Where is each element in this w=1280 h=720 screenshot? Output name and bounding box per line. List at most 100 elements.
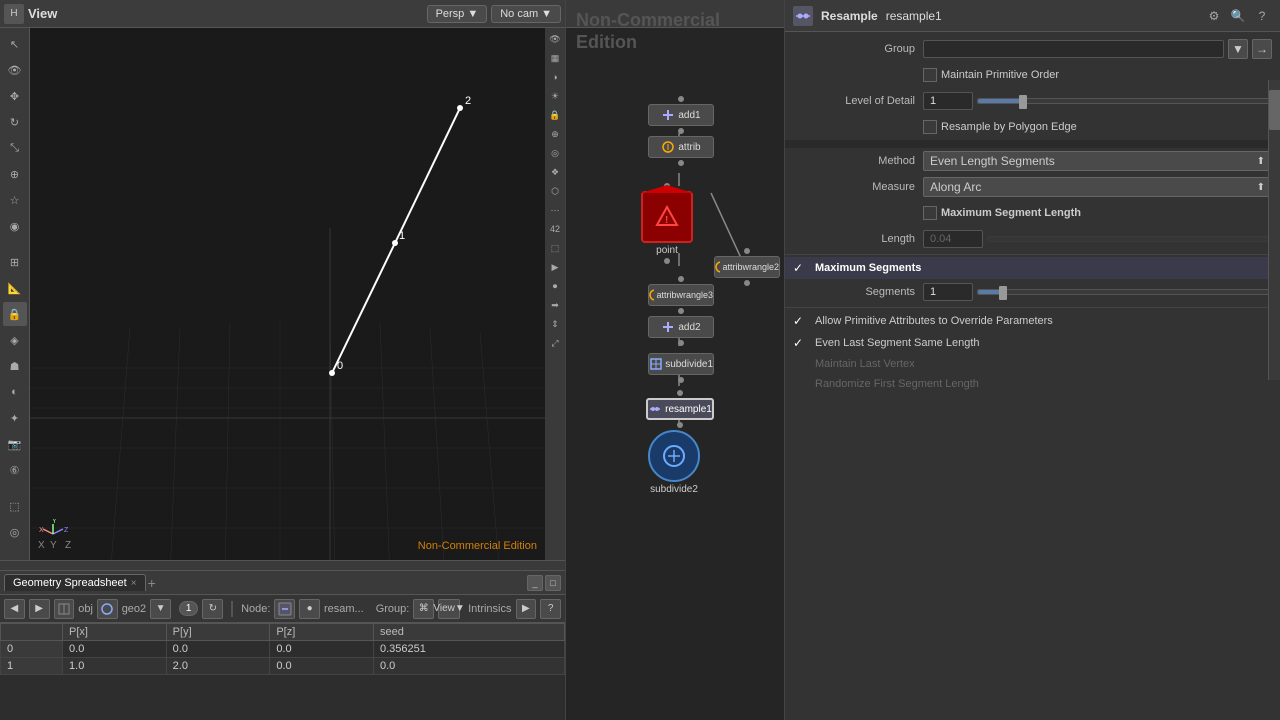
measure-control: Along Arc ⬆ [923,177,1272,197]
node-subdivide2[interactable]: subdivide2 [648,430,700,495]
node-add1[interactable]: add1 [648,96,714,134]
maintain-last-vertex-item[interactable]: Maintain Last Vertex [785,354,1280,374]
length-input[interactable] [923,230,983,248]
allow-prim-attr-item[interactable]: ✓ Allow Primitive Attributes to Override… [785,310,1280,332]
play-icon[interactable]: ▶ [546,258,564,276]
particle-icon[interactable]: ⋯ [546,201,564,219]
view-dropdown[interactable]: View▼ [438,599,460,619]
snap-tool[interactable]: ⊞ [3,250,27,274]
group-arrow-btn[interactable]: → [1252,39,1272,59]
handle-tool[interactable]: ⊕ [3,162,27,186]
randomize-first-seg-item[interactable]: Randomize First Segment Length [785,374,1280,394]
camera2-icon[interactable]: ◎ [546,144,564,162]
gear-icon[interactable]: ⚙ [1204,6,1224,26]
group-filter-btn[interactable]: ⌘ [413,599,434,619]
lod-input[interactable] [923,92,973,110]
viewport-scrollbar[interactable] [0,560,565,570]
marker-icon[interactable]: 🔒 [546,106,564,124]
point-btn[interactable]: ● [299,599,320,619]
forward-btn[interactable]: ▶ [29,599,50,619]
maintain-checkbox[interactable] [923,68,937,82]
svg-text:X: X [39,527,44,534]
shading-icon[interactable]: ◑ [546,68,564,86]
viewport-title: View [28,6,57,21]
row-index-0: 0 [1,641,63,658]
group-dropdown-btn[interactable]: ▼ [1228,39,1248,59]
node-add2[interactable]: add2 [648,316,714,346]
snap-icon[interactable]: ⊕ [546,125,564,143]
measure-tool[interactable]: 📐 [3,276,27,300]
minimize-btn[interactable]: _ [527,575,543,591]
search-icon[interactable]: 🔍 [1228,6,1248,26]
tab-close-btn[interactable]: × [131,578,137,589]
perspective-dropdown[interactable]: Persp ▼ [427,5,488,23]
refresh-btn[interactable]: ↻ [202,599,223,619]
node-resample1[interactable]: resample1 [646,390,714,428]
obj-icon[interactable]: ⬡ [546,182,564,200]
lod-slider-thumb[interactable] [1019,95,1027,109]
even-last-segment-item[interactable]: ✓ Even Last Segment Same Length [785,332,1280,354]
frame-icon[interactable]: ⬚ [546,239,564,257]
scrollbar-thumb[interactable] [1269,90,1280,130]
paint-tool[interactable]: ◉ [3,214,27,238]
arrow-icon[interactable]: ➡ [546,296,564,314]
help-btn[interactable]: ? [540,599,561,619]
intrinsics-arrow-btn[interactable]: ▶ [516,599,537,619]
transform-tool[interactable]: ✥ [3,84,27,108]
pose-tool[interactable]: ☆ [3,188,27,212]
lock-tool[interactable]: 🔒 [3,302,27,326]
maintain-label: Maintain Primitive Order [941,69,1059,81]
watermark: Non-Commercial Edition [418,540,537,552]
num-icon[interactable]: 42 [546,220,564,238]
handle2-icon[interactable]: ❖ [546,163,564,181]
misc-tool1[interactable]: ⬚ [3,494,27,518]
max-segments-item[interactable]: ✓ Maximum Segments [785,257,1280,279]
render-tool[interactable]: ◐ [3,380,27,404]
node-point[interactable]: ! point [641,183,693,264]
visibility-icon[interactable]: 👁 [546,30,564,48]
camera-tool[interactable]: 📷 [3,432,27,456]
geometry-spreadsheet-tab[interactable]: Geometry Spreadsheet × [4,574,146,591]
record-icon[interactable]: ⏺ [546,277,564,295]
measure-select[interactable]: Along Arc ⬆ [923,177,1272,197]
display-icon[interactable]: ▦ [546,49,564,67]
scrollbar-track[interactable] [1268,80,1280,380]
dropdown-btn[interactable]: ▼ [150,599,171,619]
check-icon3: ✓ [793,336,809,350]
rotate-tool[interactable]: ↻ [3,110,27,134]
geo-nav-btn[interactable] [97,599,118,619]
geo-tool[interactable]: ◈ [3,328,27,352]
back-btn[interactable]: ◀ [4,599,25,619]
params-tool[interactable]: ☗ [3,354,27,378]
lod-slider[interactable] [977,98,1272,104]
max-segment-checkbox[interactable] [923,206,937,220]
node-attribwrangle2[interactable]: attribwrangle2 [714,248,780,286]
segments-slider[interactable] [977,289,1272,295]
maximize-icon[interactable]: ⤢ [546,334,564,352]
add-tab-btn[interactable]: + [148,575,156,591]
segments-input[interactable] [923,283,973,301]
camera-dropdown[interactable]: No cam ▼ [491,5,561,23]
group-input[interactable] [923,40,1224,58]
light-tool[interactable]: ✦ [3,406,27,430]
view-tool[interactable]: 👁 [3,58,27,82]
viewport-right-icons: 👁 ▦ ◑ ☀ 🔒 ⊕ ◎ ❖ ⬡ ⋯ 42 ⬚ ▶ ⏺ ➡ ⇕ ⤢ [545,28,565,560]
resample-polygon-checkbox[interactable] [923,120,937,134]
method-select[interactable]: Even Length Segments ⬆ [923,151,1272,171]
select-tool[interactable]: ↖ [3,32,27,56]
node-attrib[interactable]: attrib [648,136,714,166]
lighting-icon[interactable]: ☀ [546,87,564,105]
bone-tool[interactable]: ⑥ [3,458,27,482]
segments-slider-thumb[interactable] [999,286,1007,300]
properties-body: Group ▼ → Maintain Primitive Order Level… [785,32,1280,720]
scale-tool[interactable]: ⤡ [3,136,27,160]
scroll-icon[interactable]: ⇕ [546,315,564,333]
node-subdivide1[interactable]: subdivide1 [648,353,714,383]
node-attribwrangle3[interactable]: attribwrangle3 [648,276,714,314]
misc-tool2[interactable]: ◎ [3,520,27,544]
help-icon[interactable]: ? [1252,6,1272,26]
node-icon-btn[interactable] [274,599,295,619]
maximize-btn[interactable]: □ [545,575,561,591]
obj-nav-btn[interactable] [54,599,75,619]
cell-px-1: 1.0 [63,658,167,675]
